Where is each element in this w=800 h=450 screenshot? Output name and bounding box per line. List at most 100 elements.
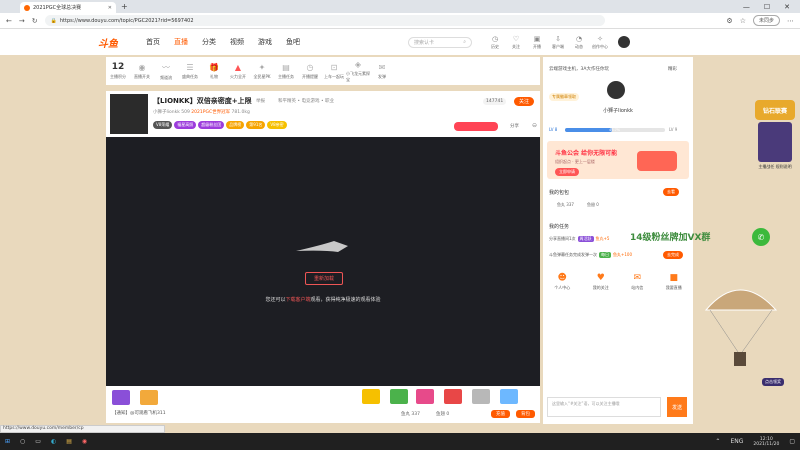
- dynamic-button[interactable]: ◔ 动态: [570, 35, 588, 50]
- follow-button[interactable]: 关注: [514, 97, 535, 106]
- taskview-icon[interactable]: ▭: [35, 438, 41, 445]
- nav-fishbar[interactable]: 鱼吧: [286, 37, 300, 47]
- streamer-name[interactable]: 小狮子lionkk: [153, 110, 180, 115]
- user-avatar[interactable]: [618, 36, 630, 48]
- douyu-logo[interactable]: 斗鱼: [98, 35, 132, 50]
- gift-family-icon[interactable]: [362, 389, 380, 404]
- minimize-icon[interactable]: —: [743, 3, 750, 11]
- badge-rank[interactable]: 第91名: [246, 121, 266, 129]
- gift-mystery-icon[interactable]: [112, 390, 130, 405]
- gift-rocket-icon[interactable]: [390, 389, 408, 404]
- close-tab-icon[interactable]: ✕: [108, 5, 112, 11]
- report-link[interactable]: 举报: [256, 98, 265, 104]
- ad-text[interactable]: 云端游戏主机，3A大作任你玩: [549, 66, 609, 72]
- browser-tab[interactable]: 2021PGC全球总决赛 ✕: [20, 2, 116, 13]
- recharge-button[interactable]: 充值: [491, 410, 510, 418]
- search-input[interactable]: 搜索认卡 ⌕: [408, 36, 472, 48]
- close-window-icon[interactable]: ✕: [784, 3, 790, 11]
- toolbar-item[interactable]: 〰频道流: [154, 62, 178, 81]
- panel-action[interactable]: 精彩: [668, 66, 677, 72]
- badge-fanclub[interactable]: 超级粉丝团: [198, 121, 225, 129]
- parachute-decoration[interactable]: [700, 270, 780, 370]
- video-player[interactable]: 重新加载 您还可以下载客户端观看，获得纯净极速的观看体验: [106, 137, 540, 386]
- toolbar-label: 盛典任务: [182, 73, 198, 79]
- toolbar-item[interactable]: ☰ 盛典任务: [178, 63, 202, 80]
- edge-icon[interactable]: ◐: [51, 438, 56, 445]
- gift-super-rocket-icon[interactable]: [416, 389, 434, 404]
- nav-category[interactable]: 分类: [202, 37, 216, 47]
- gift-task-icon[interactable]: [140, 390, 158, 405]
- guild-promo-card[interactable]: 斗鱼公会 给你无限可能 组织起点 · 更上一层楼 立即申请: [547, 141, 689, 179]
- nav-home[interactable]: 首页: [146, 37, 160, 47]
- shortcut-profile[interactable]: ☻ 个人中心: [554, 273, 570, 291]
- nav-live[interactable]: 直播: [174, 37, 188, 47]
- share-button[interactable]: 分享: [510, 123, 519, 129]
- download-client-link[interactable]: 下载客户端: [285, 297, 310, 303]
- shortcut-label: 站内信: [631, 285, 644, 290]
- clock[interactable]: 12:10 2021/11/20: [753, 437, 779, 447]
- toolbar-item[interactable]: ⊡ 上车一起玩: [322, 63, 346, 80]
- history-button[interactable]: ◷ 历史: [486, 35, 504, 50]
- send-button[interactable]: 发送: [667, 397, 687, 417]
- toolbar-item[interactable]: ▲ 火力全开: [226, 63, 250, 80]
- explorer-icon[interactable]: ▤: [66, 438, 72, 445]
- app-icon[interactable]: ◉: [82, 438, 87, 445]
- chat-input[interactable]: 这里输入“#关注”语，可以关注主播哦: [547, 397, 661, 417]
- nav-games[interactable]: 游戏: [258, 37, 272, 47]
- bag-view-button[interactable]: 去看: [663, 188, 679, 196]
- back-icon[interactable]: ←: [6, 17, 12, 25]
- badge-intimacy[interactable]: V8亲密: [267, 121, 287, 129]
- toolbar-item[interactable]: 🎁 礼物: [202, 63, 226, 80]
- event-banner[interactable]: 钻石联赛 主播战任 规则说明: [755, 100, 795, 190]
- menu-icon[interactable]: ⋯: [787, 17, 794, 25]
- forward-icon[interactable]: →: [19, 17, 25, 25]
- gift-plane-icon[interactable]: [444, 389, 462, 404]
- creator-button[interactable]: ✧ 创作中心: [591, 35, 609, 50]
- toolbar-item[interactable]: ◷ 开播提醒: [298, 63, 322, 80]
- gift-whale-icon[interactable]: [500, 389, 518, 404]
- toolbar-item[interactable]: ✉ 发弹: [370, 63, 394, 80]
- settings-icon[interactable]: ⊖: [532, 122, 537, 129]
- shortcut-broadcast[interactable]: ■ 我要直播: [666, 273, 682, 291]
- task-2-button[interactable]: 去完成: [663, 251, 683, 259]
- badge-brand[interactable]: 品牌榜: [226, 121, 245, 129]
- toolbar-item[interactable]: ◉ 直播开关: [130, 63, 154, 80]
- broadcast-button[interactable]: ▣ 开播: [528, 35, 546, 50]
- search-taskbar-icon[interactable]: ○: [20, 438, 25, 445]
- promo-button[interactable]: 立即申请: [555, 168, 579, 176]
- gift-card-icon[interactable]: [472, 389, 490, 404]
- reload-button[interactable]: 重新加载: [305, 272, 343, 285]
- room-category[interactable]: 和平精英 • 电竞游戏 • 职业: [278, 98, 334, 104]
- collections-icon[interactable]: ☆: [740, 17, 746, 25]
- follow-button[interactable]: ♡ 关注: [507, 35, 525, 50]
- shortcut-follow[interactable]: ♥ 我的关注: [593, 273, 609, 291]
- badge-v8[interactable]: V8荣耀: [153, 121, 173, 129]
- medal-badge[interactable]: 专属徽章领取: [549, 93, 579, 101]
- toolbar-item[interactable]: ✦ 全民星PK: [250, 63, 274, 80]
- parachute-label[interactable]: 点击领奖: [762, 378, 784, 386]
- url-field[interactable]: 🔒 https://www.douyu.com/topic/PGC2021?ri…: [44, 15, 605, 26]
- language-indicator[interactable]: ENG: [730, 438, 743, 445]
- streamer-avatar[interactable]: [110, 94, 148, 134]
- new-tab-icon[interactable]: +: [121, 2, 128, 11]
- notification-icon[interactable]: ▢: [789, 438, 795, 445]
- panel-avatar[interactable]: [607, 81, 625, 99]
- badge-lucky[interactable]: 福星高照: [174, 121, 197, 129]
- client-button[interactable]: ⇩ 客户端: [549, 35, 567, 50]
- shortcut-messages[interactable]: ✉ 站内信: [631, 273, 643, 291]
- event-banner-small[interactable]: [454, 122, 498, 131]
- wechat-icon[interactable]: ✆: [752, 228, 770, 246]
- bag-button[interactable]: 背包: [516, 410, 535, 418]
- anchor-level[interactable]: 12 主播积分: [106, 62, 130, 80]
- search-icon[interactable]: ⌕: [463, 39, 466, 45]
- toolbar-item[interactable]: ◈ 小飞龙元素探宝: [346, 60, 370, 83]
- reload-icon[interactable]: ↻: [32, 17, 38, 25]
- extension-icon[interactable]: ⚙: [726, 17, 732, 25]
- sync-button[interactable]: 未同步: [752, 15, 780, 26]
- nav-video[interactable]: 视频: [230, 37, 244, 47]
- tray-arrow-icon[interactable]: ⌃: [715, 438, 720, 445]
- toolbar-item[interactable]: ▤ 主播任务: [274, 63, 298, 80]
- maximize-icon[interactable]: ☐: [764, 3, 770, 11]
- level-end: LV 9: [669, 127, 678, 132]
- start-icon[interactable]: ⊞: [5, 438, 10, 445]
